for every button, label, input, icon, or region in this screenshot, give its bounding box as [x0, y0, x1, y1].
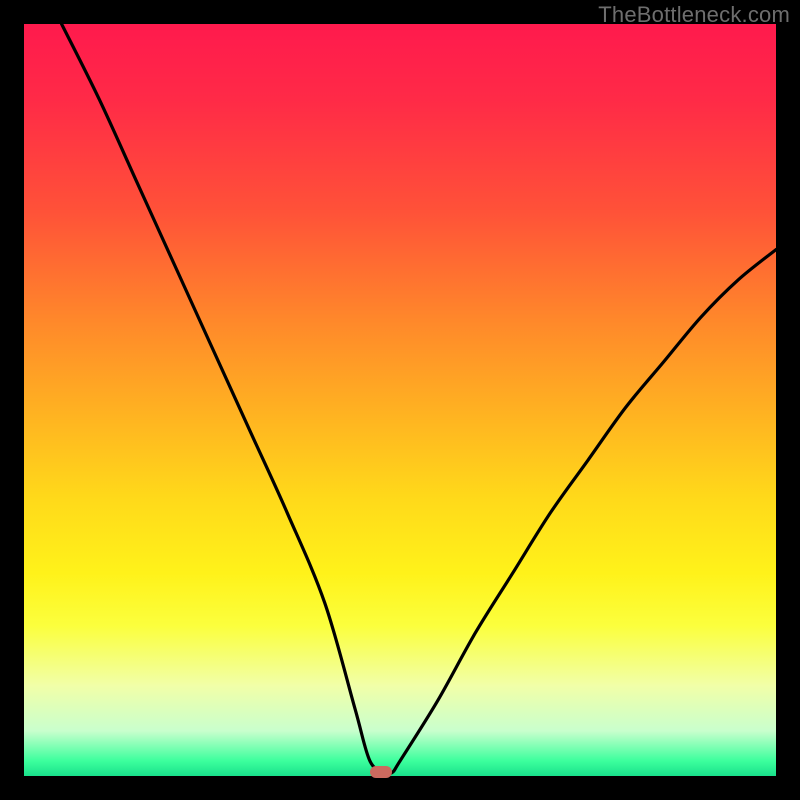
bottleneck-curve: [24, 24, 776, 776]
watermark-text: TheBottleneck.com: [598, 2, 790, 28]
chart-frame: TheBottleneck.com: [0, 0, 800, 800]
minimum-marker: [370, 766, 392, 778]
plot-area: [24, 24, 776, 776]
